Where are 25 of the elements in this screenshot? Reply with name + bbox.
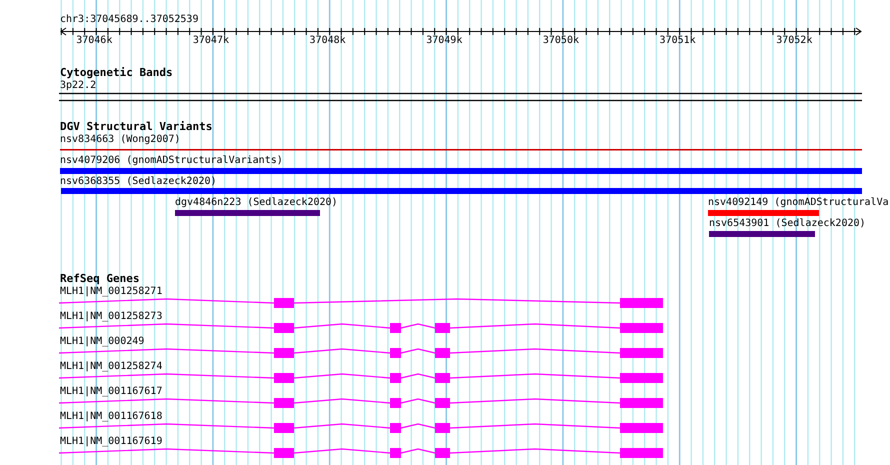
variant-label: nsv6368355 (Sedlazeck2020) (60, 176, 217, 188)
transcript-label: MLH1|NM_001258274 (60, 361, 162, 373)
transcript-label: MLH1|NM_001258273 (60, 311, 162, 323)
transcript-label: MLH1|NM_001167617 (60, 386, 162, 398)
transcript-label: MLH1|NM_001258271 (60, 286, 162, 298)
variant-label: nsv834663 (Wong2007) (60, 134, 180, 146)
tick-label: 37048k (308, 35, 347, 47)
tick-label: 37047k (192, 35, 230, 47)
variant-label: nsv4079206 (gnomADStructuralVariants) (60, 155, 283, 167)
track-title: DGV Structural Variants (60, 121, 212, 133)
tick-label: 37050k (542, 35, 580, 47)
tick-label: 37049k (425, 35, 464, 47)
tick-label: 37052k (775, 35, 814, 47)
band-label: 3p22.2 (60, 80, 96, 92)
track-title: Cytogenetic Bands (60, 67, 173, 79)
tick-label: 37051k (658, 35, 697, 47)
transcript-label: MLH1|NM_000249 (60, 336, 144, 348)
transcript-label: MLH1|NM_001167618 (60, 411, 162, 423)
track-title: RefSeq Genes (60, 273, 140, 285)
variant-label: nsv4092149 (gnomADStructuralVa (708, 197, 889, 209)
transcript-label: MLH1|NM_001167619 (60, 436, 162, 448)
location-label: chr3:37045689..37052539 (60, 14, 198, 26)
variant-label: nsv6543901 (Sedlazeck2020) (709, 218, 866, 230)
tick-label: 37046k (75, 35, 114, 47)
variant-label: dgv4846n223 (Sedlazeck2020) (175, 197, 338, 209)
